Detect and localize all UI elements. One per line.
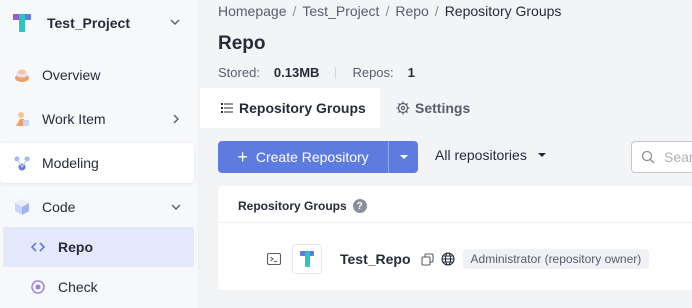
project-switcher[interactable]: Test_Project — [0, 0, 199, 46]
help-icon[interactable]: ? — [352, 199, 367, 213]
main-content: Homepage / Test_Project / Repo / Repository Gr… — [200, 0, 692, 308]
project-name: Test_Project — [47, 15, 130, 31]
chevron-down-icon[interactable] — [169, 16, 181, 28]
modeling-icon — [12, 153, 32, 173]
create-options-dropdown[interactable] — [388, 141, 418, 173]
breadcrumb-repo[interactable]: Repo — [395, 3, 428, 19]
caret-down-icon — [537, 150, 547, 160]
sidebar-item-label: Work Item — [42, 111, 106, 127]
role-badge: Administrator (repository owner) — [462, 249, 650, 269]
work-item-icon — [12, 109, 32, 129]
sidebar-item-code[interactable]: Code — [0, 187, 194, 227]
breadcrumb-separator: / — [434, 3, 439, 19]
card-title: Repository Groups — [238, 199, 347, 213]
sidebar-item-label: Modeling — [42, 155, 99, 171]
repos-value: 1 — [407, 65, 415, 80]
create-repository-button[interactable]: + Create Repository — [218, 141, 388, 173]
copy-icon[interactable] — [421, 252, 435, 266]
page-title: Repo — [218, 33, 266, 54]
repo-logo-icon — [300, 251, 314, 267]
plus-icon: + — [237, 147, 248, 167]
sidebar: Test_Project Overview Work Item Modeling… — [0, 0, 199, 308]
tab-repository-groups[interactable]: Repository Groups — [200, 88, 380, 128]
chevron-down-icon — [171, 204, 181, 210]
code-icon — [12, 197, 32, 217]
caret-down-icon — [399, 155, 408, 159]
repo-name-link[interactable]: Test_Repo — [340, 251, 411, 267]
gear-icon — [396, 101, 410, 115]
repository-filter-select[interactable]: All repositories — [435, 147, 547, 163]
sidebar-item-overview[interactable]: Overview — [0, 55, 194, 95]
sidebar-item-label: Check — [58, 279, 98, 295]
list-icon — [220, 101, 234, 115]
search-input[interactable]: Sear — [631, 141, 692, 173]
terminal-icon — [266, 251, 282, 267]
sidebar-item-label: Repo — [58, 239, 93, 255]
breadcrumb: Homepage / Test_Project / Repo / Repository Gr… — [218, 3, 561, 19]
breadcrumb-homepage[interactable]: Homepage — [218, 3, 287, 19]
repo-stats: Stored: 0.13MB Repos: 1 — [218, 65, 415, 80]
breadcrumb-separator: / — [385, 3, 390, 19]
sidebar-item-label: Overview — [42, 67, 101, 83]
create-repository-button-group: + Create Repository — [218, 141, 418, 173]
sidebar-item-check[interactable]: Check — [3, 267, 194, 307]
stored-value: 0.13MB — [273, 65, 320, 80]
tab-label: Repository Groups — [239, 100, 366, 116]
repo-icon — [30, 239, 46, 255]
breadcrumb-current: Repository Groups — [444, 3, 562, 19]
repo-row[interactable]: Test_Repo Administrator (repository owne… — [266, 244, 650, 274]
globe-icon — [440, 252, 455, 266]
project-logo-icon — [11, 12, 33, 34]
sidebar-item-repo[interactable]: Repo — [3, 227, 194, 267]
search-placeholder: Sear — [664, 149, 692, 165]
check-icon — [30, 279, 46, 295]
tabs: Repository Groups Settings — [200, 88, 692, 128]
divider — [218, 222, 692, 223]
breadcrumb-project[interactable]: Test_Project — [302, 3, 379, 19]
filter-label: All repositories — [435, 147, 527, 163]
repository-groups-card: Repository Groups ? Test_Repo Administra… — [218, 186, 692, 290]
divider — [335, 66, 337, 79]
overview-icon — [12, 65, 32, 85]
tab-settings[interactable]: Settings — [396, 88, 470, 128]
search-icon — [640, 149, 656, 165]
repos-label: Repos: — [352, 65, 394, 80]
tab-label: Settings — [415, 100, 471, 116]
repo-avatar — [292, 244, 322, 274]
sidebar-item-work-item[interactable]: Work Item — [0, 99, 194, 139]
chevron-right-icon — [173, 114, 179, 124]
create-repository-label: Create Repository — [255, 149, 369, 165]
sidebar-item-modeling[interactable]: Modeling — [0, 143, 194, 183]
sidebar-item-label: Code — [42, 199, 76, 215]
stored-label: Stored: — [218, 65, 260, 80]
card-header: Repository Groups ? — [238, 199, 367, 213]
breadcrumb-separator: / — [292, 3, 297, 19]
